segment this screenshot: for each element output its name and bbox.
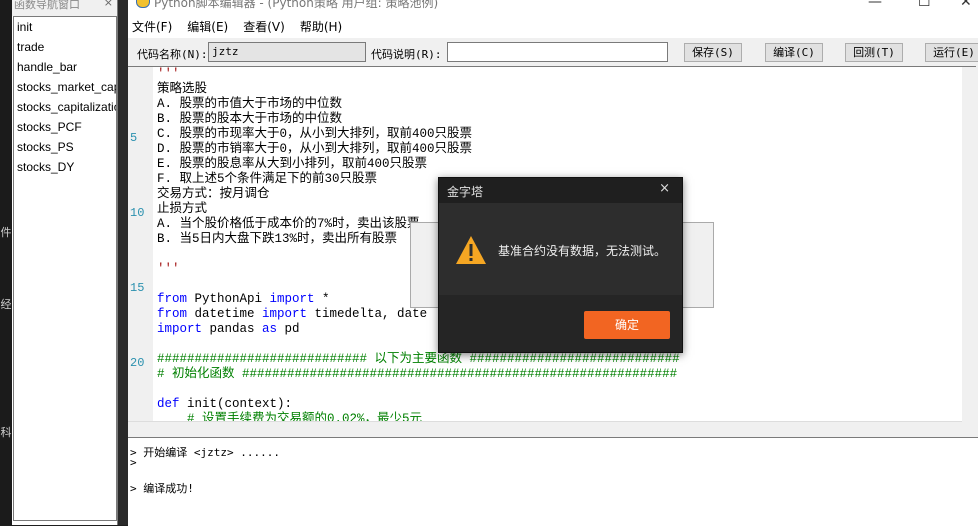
code-name-label: 代码名称(N): bbox=[137, 48, 208, 61]
horizontal-scrollbar[interactable] bbox=[128, 421, 962, 437]
ok-button[interactable]: 确定 bbox=[584, 311, 670, 339]
function-item-init[interactable]: init bbox=[14, 17, 116, 37]
code-description-label: 代码说明(R): bbox=[371, 48, 442, 61]
keyword-from: from bbox=[157, 307, 188, 321]
save-button[interactable]: 保存(S) bbox=[684, 43, 742, 62]
code-line: E. 股票的股息率从大到小排列，取前400只股票 bbox=[157, 157, 428, 171]
code-line: ''' bbox=[157, 262, 180, 276]
code-line: 交易方式：按月调仓 bbox=[157, 187, 270, 201]
compile-button[interactable]: 编译(C) bbox=[765, 43, 823, 62]
line-number: 5 bbox=[130, 131, 138, 145]
menu-view[interactable]: 查看(V) bbox=[243, 18, 285, 35]
close-icon[interactable]: × bbox=[659, 181, 670, 196]
keyword-import: import bbox=[262, 307, 308, 321]
code-line: D. 股票的市销率大于0，从小到大排列，取前400只股票 bbox=[157, 142, 473, 156]
strip-char: 件 bbox=[0, 226, 12, 239]
function-item-stocks-pcf[interactable]: stocks_PCF bbox=[14, 117, 116, 137]
title-bar: Python脚本编辑器 - (Python策略 用户组: 策略池例) — ☐ ✕ bbox=[128, 0, 978, 14]
code-line: B. 股票的股本大于市场的中位数 bbox=[157, 112, 343, 126]
dialog-title: 金字塔 bbox=[447, 185, 484, 199]
backtest-button[interactable]: 回测(T) bbox=[845, 43, 903, 62]
code-line: 止损方式 bbox=[157, 202, 208, 216]
panel-gap bbox=[118, 0, 128, 525]
code-line: def init(context): bbox=[157, 397, 293, 411]
code-line: 策略选股 bbox=[157, 82, 208, 96]
output-line: > bbox=[130, 456, 137, 469]
keyword-import: import bbox=[157, 322, 203, 336]
code-line: from datetime import timedelta, date bbox=[157, 307, 428, 321]
close-window-button[interactable]: ✕ bbox=[960, 0, 972, 10]
code-line: from PythonApi import * bbox=[157, 292, 330, 306]
close-icon[interactable]: × bbox=[104, 0, 113, 8]
keyword-def: def bbox=[157, 397, 180, 411]
code-description-field[interactable] bbox=[447, 42, 668, 62]
python-logo-icon bbox=[136, 0, 150, 8]
code-line: A. 股票的市值大于市场的中位数 bbox=[157, 97, 343, 111]
function-item-stocks-market-cap[interactable]: stocks_market_cap bbox=[14, 77, 116, 97]
background-window-strip: 件 经 科 bbox=[0, 0, 12, 525]
line-number: 10 bbox=[130, 206, 145, 220]
keyword-as: as bbox=[262, 322, 278, 336]
window-title: Python脚本编辑器 - (Python策略 用户组: 策略池例) bbox=[154, 0, 439, 10]
code-name-field[interactable]: jztz bbox=[208, 42, 366, 62]
keyword-import: import bbox=[269, 292, 315, 306]
function-item-handle-bar[interactable]: handle_bar bbox=[14, 57, 116, 77]
run-button[interactable]: 运行(E) bbox=[925, 43, 978, 62]
menu-edit[interactable]: 编辑(E) bbox=[187, 18, 228, 35]
menu-file[interactable]: 文件(F) bbox=[132, 18, 172, 35]
keyword-from: from bbox=[157, 292, 188, 306]
code-line: F. 取上述5个条件满足下的前30只股票 bbox=[157, 172, 378, 186]
code-line: A. 当个股价格低于成本价的7%时，卖出该股票 bbox=[157, 217, 420, 231]
code-line: C. 股票的市现率大于0，从小到大排列，取前400只股票 bbox=[157, 127, 473, 141]
strip-char: 科 bbox=[0, 426, 12, 439]
toolbar: 代码名称(N): jztz 代码说明(R): 保存(S) 编译(C) 回测(T)… bbox=[128, 38, 978, 66]
output-line: > 开始编译 <jztz> ...... bbox=[130, 446, 280, 459]
alert-dialog: 金字塔 × 基准合约没有数据，无法测试。 确定 bbox=[438, 177, 683, 353]
menu-help[interactable]: 帮助(H) bbox=[300, 18, 342, 35]
warning-icon bbox=[456, 236, 486, 264]
code-line: # 初始化函数 ################################… bbox=[157, 367, 678, 381]
function-item-trade[interactable]: trade bbox=[14, 37, 116, 57]
dialog-footer: 确定 bbox=[439, 295, 682, 352]
function-list: init trade handle_bar stocks_market_cap … bbox=[13, 16, 117, 521]
code-line: import pandas as pd bbox=[157, 322, 300, 336]
line-number: 20 bbox=[130, 356, 145, 370]
function-navigator-panel: 函数导航窗口 × init trade handle_bar stocks_ma… bbox=[12, 0, 118, 525]
code-line: ''' bbox=[157, 67, 180, 81]
dialog-message: 基准合约没有数据，无法测试。 bbox=[498, 244, 667, 258]
dialog-body: 基准合约没有数据，无法测试。 bbox=[439, 203, 682, 295]
line-number-gutter: 5 10 15 20 bbox=[128, 67, 153, 421]
line-number: 15 bbox=[130, 281, 145, 295]
strip-char: 经 bbox=[0, 298, 12, 311]
vertical-scrollbar[interactable] bbox=[962, 67, 976, 437]
output-line: > 编译成功! bbox=[130, 482, 194, 495]
dialog-header: 金字塔 × bbox=[439, 178, 682, 203]
function-navigator-title: 函数导航窗口 bbox=[14, 0, 80, 11]
code-line: ############################ 以下为主要函数 ###… bbox=[157, 352, 680, 366]
maximize-button[interactable]: ☐ bbox=[918, 0, 931, 10]
minimize-button[interactable]: — bbox=[868, 0, 882, 10]
code-line: B. 当5日内大盘下跌13%时，卖出所有股票 bbox=[157, 232, 398, 246]
output-pane: > 开始编译 <jztz> ...... > > 编译成功! bbox=[128, 437, 978, 526]
function-navigator-header: 函数导航窗口 × bbox=[12, 0, 117, 16]
function-item-stocks-ps[interactable]: stocks_PS bbox=[14, 137, 116, 157]
function-item-stocks-dy[interactable]: stocks_DY bbox=[14, 157, 116, 177]
menu-bar: 文件(F) 编辑(E) 查看(V) 帮助(H) bbox=[128, 14, 978, 38]
function-item-stocks-capitalization[interactable]: stocks_capitalization bbox=[14, 97, 116, 117]
